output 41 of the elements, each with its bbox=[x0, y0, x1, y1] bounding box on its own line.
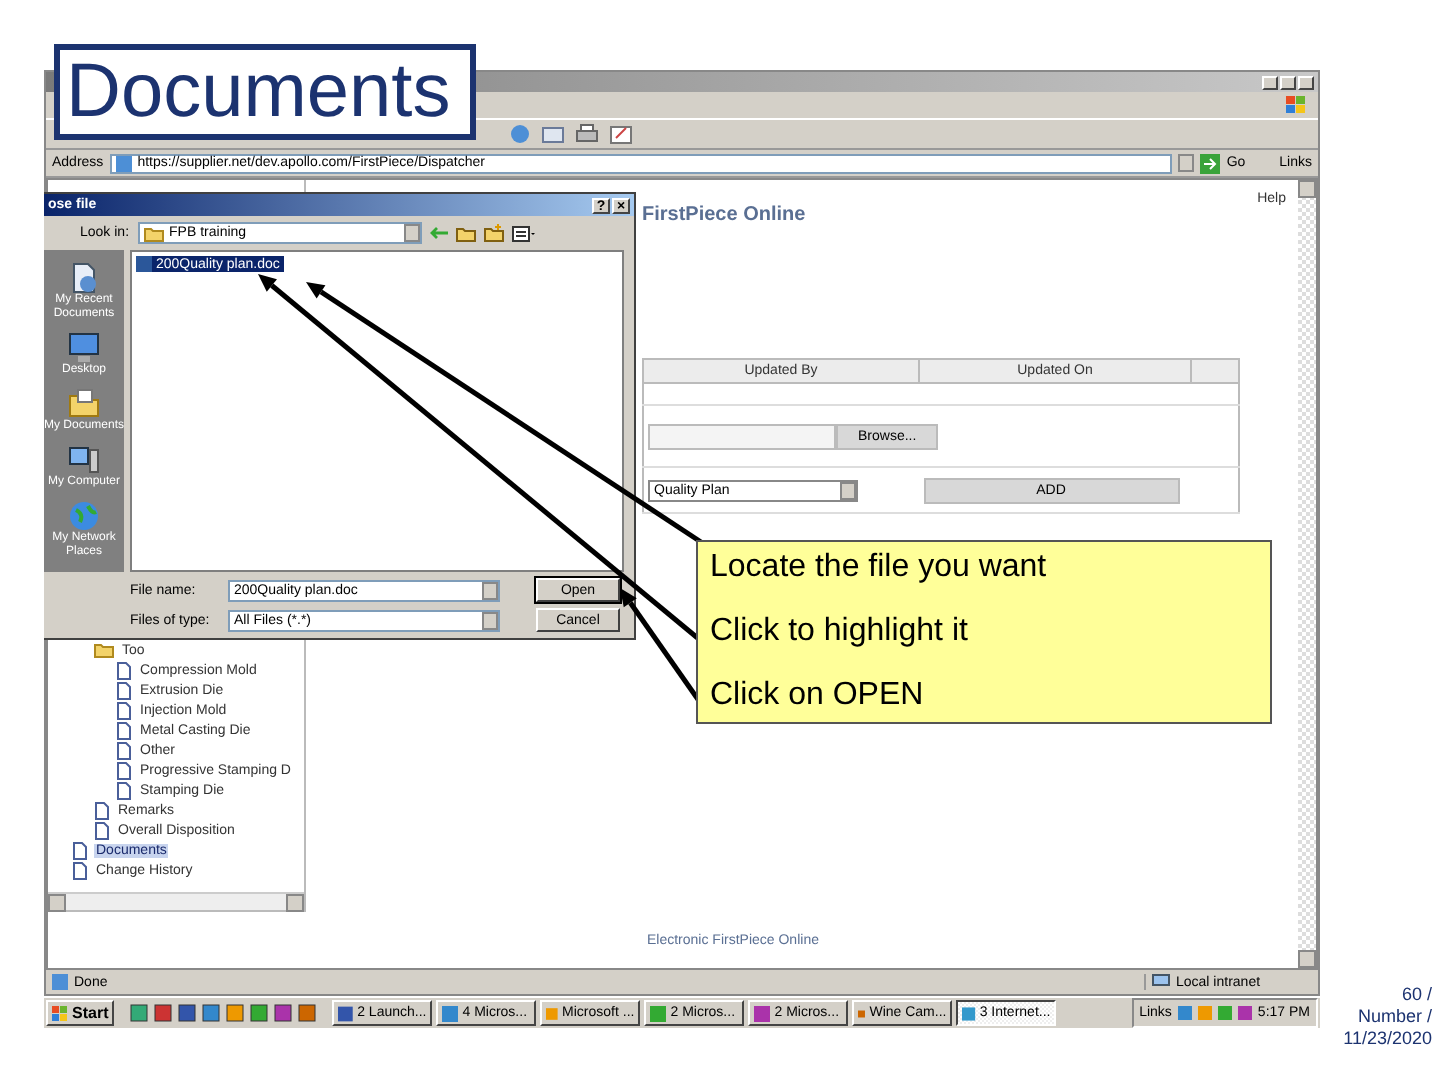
up-folder-icon[interactable] bbox=[455, 225, 476, 241]
minimize-button[interactable] bbox=[1262, 75, 1278, 89]
callout-text: Locate the file you want bbox=[710, 550, 1049, 586]
go-arrow-icon[interactable] bbox=[1200, 153, 1221, 173]
footer-text: 11/23/2020 bbox=[1343, 1028, 1432, 1050]
slide-title: Documents bbox=[54, 44, 476, 140]
edit-icon[interactable] bbox=[610, 124, 632, 144]
page-title: FirstPiece Online bbox=[642, 204, 808, 226]
windows-flag-icon bbox=[52, 1005, 68, 1021]
app-icon bbox=[858, 1005, 866, 1021]
horizontal-scrollbar[interactable] bbox=[48, 892, 304, 910]
page-icon bbox=[52, 974, 68, 990]
folder-icon bbox=[143, 225, 164, 241]
mail-icon[interactable] bbox=[542, 124, 564, 144]
windows-flag-icon bbox=[1286, 96, 1306, 114]
new-folder-icon[interactable] bbox=[483, 224, 504, 242]
footer-text: 60 / bbox=[1401, 984, 1432, 1006]
document-icon bbox=[136, 256, 152, 272]
maximize-button[interactable] bbox=[1280, 75, 1296, 89]
vertical-scrollbar[interactable] bbox=[1298, 180, 1316, 968]
computer-icon bbox=[1152, 974, 1170, 990]
start-button[interactable]: Start bbox=[46, 1000, 115, 1026]
app-icon bbox=[442, 1005, 459, 1021]
callout-text: Click on OPEN bbox=[710, 678, 926, 714]
footer-text: Number / bbox=[1357, 1006, 1432, 1028]
app-icon bbox=[338, 1005, 354, 1021]
app-icon bbox=[962, 1005, 976, 1021]
page-icon bbox=[115, 155, 132, 171]
recent-documents-icon[interactable] bbox=[68, 262, 100, 294]
app-icon bbox=[650, 1005, 667, 1021]
view-menu-icon[interactable] bbox=[511, 225, 536, 241]
monitor-icon[interactable] bbox=[68, 332, 100, 364]
close-button[interactable] bbox=[1298, 75, 1314, 89]
file-path-field[interactable] bbox=[648, 423, 836, 449]
printer-icon[interactable] bbox=[576, 124, 598, 144]
app-icon bbox=[754, 1005, 771, 1021]
folder-icon[interactable] bbox=[68, 388, 100, 420]
computer-icon[interactable] bbox=[68, 444, 100, 476]
dropdown-button[interactable] bbox=[1178, 154, 1195, 172]
callout-text: Click to highlight it bbox=[710, 614, 970, 650]
app-icon bbox=[546, 1005, 559, 1021]
